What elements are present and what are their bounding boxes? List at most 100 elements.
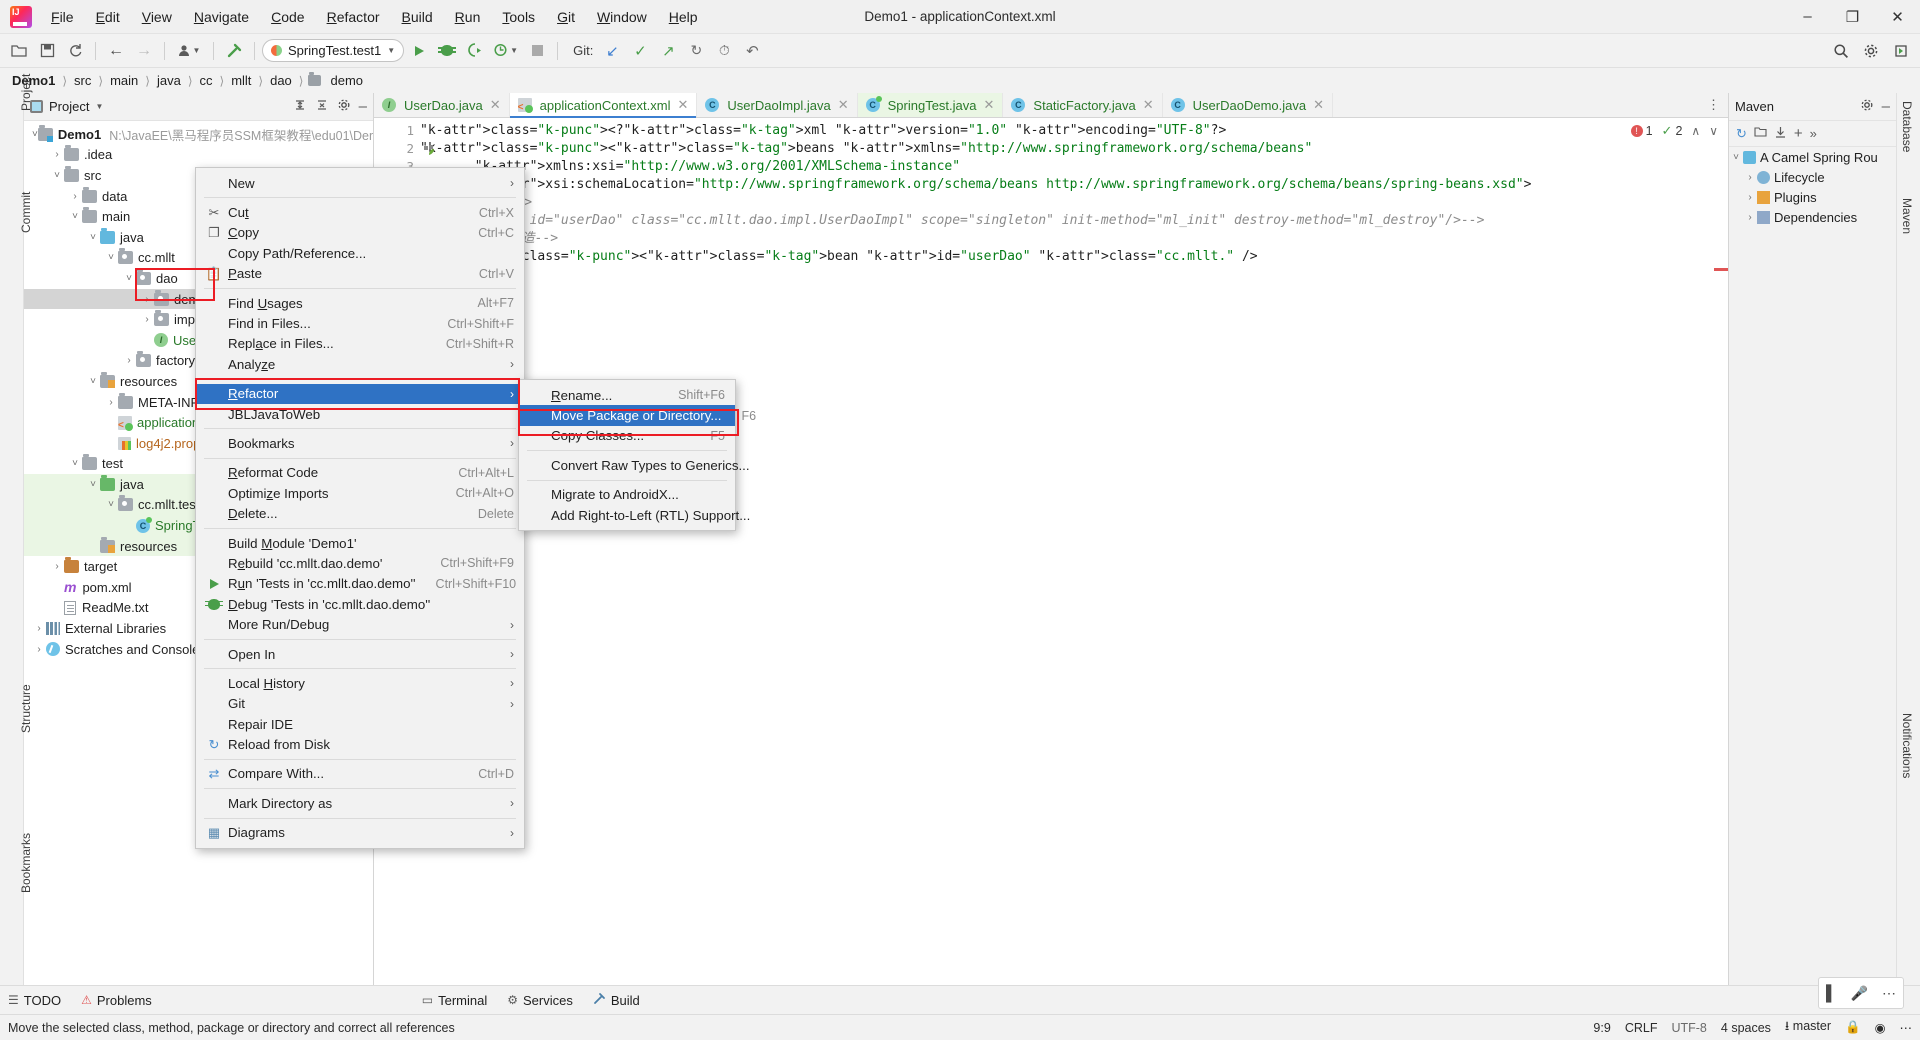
tree-expand-arrow[interactable]: › xyxy=(32,644,46,655)
indent-setting[interactable]: 4 spaces xyxy=(1721,1021,1771,1035)
context-menu-item-copy-path-reference[interactable]: Copy Path/Reference... xyxy=(196,243,524,263)
minimize-button[interactable]: – xyxy=(1785,0,1830,34)
settings-gear-icon[interactable] xyxy=(1858,39,1884,63)
tree-expand-arrow[interactable]: › xyxy=(104,397,118,408)
breadcrumb[interactable]: Demo1 ⟩ src ⟩ main ⟩ java ⟩ cc ⟩ mllt ⟩ … xyxy=(0,68,1920,93)
tree-expand-arrow[interactable]: › xyxy=(140,294,154,305)
context-menu-item-optimize-imports[interactable]: Optimize Imports Ctrl+Alt+O xyxy=(196,483,524,503)
back-arrow-icon[interactable]: ← xyxy=(103,39,129,63)
add-maven-project-icon[interactable] xyxy=(1754,126,1767,141)
collapse-all-icon[interactable] xyxy=(315,98,329,115)
tree-expand-arrow[interactable]: › xyxy=(1743,172,1757,183)
maven-item-plugins[interactable]: › Plugins xyxy=(1729,187,1896,207)
context-menu-item-mark-directory-as[interactable]: Mark Directory as › xyxy=(196,793,524,813)
maven-tree[interactable]: ˅ A Camel Spring Rou › Lifecycle › Plugins › De… xyxy=(1729,147,1896,227)
chevron-down-icon[interactable]: ▼ xyxy=(387,46,395,55)
settings-gear-icon[interactable] xyxy=(337,98,351,115)
debug-icon[interactable] xyxy=(434,39,460,63)
code-editor[interactable]: 1 2 3 "k-attr">class="k-punc"><?"k-attr"… xyxy=(374,118,1728,985)
more-icon[interactable]: ⋯ xyxy=(1882,985,1896,1002)
sync-icon[interactable] xyxy=(62,39,88,63)
history-icon[interactable]: ↻ xyxy=(683,39,709,63)
submenu-item-convert-raw-types-to-generics[interactable]: Convert Raw Types to Generics... xyxy=(519,455,750,475)
line-separator[interactable]: CRLF xyxy=(1625,1021,1658,1035)
bottom-item-problems[interactable]: ⚠ Problems xyxy=(81,993,152,1008)
error-count[interactable]: ! 1 xyxy=(1630,124,1653,138)
toolbar-right-group[interactable] xyxy=(1828,39,1914,63)
chevron-down-icon[interactable]: ▼ xyxy=(95,102,103,111)
refactor-submenu[interactable]: Rename... Shift+F6 Move Package or Directo… xyxy=(518,379,756,532)
code-line[interactable]: <!--工厂构造--> xyxy=(420,230,1728,248)
close-icon[interactable]: ✕ xyxy=(838,97,849,113)
run-configuration-selector[interactable]: SpringTest.test1 ▼ xyxy=(262,39,405,62)
tree-expand-arrow[interactable]: ˅ xyxy=(86,232,100,243)
menu-code[interactable]: Code xyxy=(260,5,315,29)
more-status-icon[interactable]: ⋯ xyxy=(1900,1020,1913,1035)
file-encoding[interactable]: UTF-8 xyxy=(1671,1021,1706,1035)
lock-icon[interactable]: 🔒 xyxy=(1845,1020,1861,1035)
commit-icon[interactable]: ✓ xyxy=(627,39,653,63)
code-line[interactable]: "k-attr">class="k-punc"><?"k-attr">class… xyxy=(420,122,1728,140)
maven-item-dependencies[interactable]: › Dependencies xyxy=(1729,207,1896,227)
context-menu-item-jbljavatoweb[interactable]: JBLJavaToWeb xyxy=(196,404,524,424)
bottom-tool-bar[interactable]: ☰ TODO ⚠ Problems ▭ Terminal ⚙ Services … xyxy=(0,985,1920,1014)
close-button[interactable]: ✕ xyxy=(1875,0,1920,34)
submenu-item-copy-classes[interactable]: Copy Classes... F5 xyxy=(519,426,735,446)
editor-tab-applicationcontext-xml[interactable]: applicationContext.xml ✕ xyxy=(509,93,698,118)
tree-expand-arrow[interactable]: › xyxy=(50,561,64,572)
main-toolbar[interactable]: ← → ▼ SpringTest.test1 ▼ ▼ Git: ↙ ✓ ↗ ↻ … xyxy=(0,34,1920,68)
maven-toolbar[interactable]: ↻ + » xyxy=(1729,121,1896,147)
context-menu-item-find-in-files[interactable]: Find in Files... Ctrl+Shift+F xyxy=(196,313,524,333)
editor-tab-bar[interactable]: I UserDao.java ✕ applicationContext.xml ✕ C Us… xyxy=(374,93,1728,118)
main-menu-bar[interactable]: File Edit View Navigate Code Refactor Bu… xyxy=(40,5,709,29)
breadcrumb-item-0[interactable]: Demo1 xyxy=(10,73,57,88)
caret-position[interactable]: 9:9 xyxy=(1593,1021,1610,1035)
context-menu-item-find-usages[interactable]: Find Usages Alt+F7 xyxy=(196,293,524,313)
bottom-item-services[interactable]: ⚙ Services xyxy=(507,993,573,1008)
profiler-icon[interactable]: ▼ xyxy=(490,39,522,63)
editor-tab-userdao-java[interactable]: I UserDao.java ✕ xyxy=(374,93,510,117)
editor-tab-springtest-java[interactable]: C SpringTest.java ✕ xyxy=(857,93,1004,117)
hide-panel-icon[interactable]: – xyxy=(1882,98,1890,115)
breadcrumb-item-6[interactable]: dao xyxy=(268,73,294,88)
close-icon[interactable]: ✕ xyxy=(677,97,688,113)
code-line[interactable]: <!--<bean id="userDao" class="cc.mllt.da… xyxy=(420,212,1728,230)
run-icon[interactable] xyxy=(406,39,432,63)
menu-edit[interactable]: Edit xyxy=(85,5,131,29)
next-problem-icon[interactable]: ∨ xyxy=(1709,124,1718,138)
rollback-icon[interactable]: ↶ xyxy=(739,39,765,63)
code-line[interactable]: "k-attr">class="k-punc"><"k-attr">class=… xyxy=(420,140,1728,158)
context-menu-item-replace-in-files[interactable]: Replace in Files... Ctrl+Shift+R xyxy=(196,334,524,354)
search-everywhere-icon[interactable] xyxy=(1828,39,1854,63)
context-menu-item-new[interactable]: New › xyxy=(196,173,524,193)
expand-all-icon[interactable] xyxy=(293,98,307,115)
tree-expand-arrow[interactable]: › xyxy=(122,355,136,366)
editor-tab-userdaodemo-java[interactable]: C UserDaoDemo.java ✕ xyxy=(1163,93,1334,117)
maven-root-node[interactable]: ˅ A Camel Spring Rou xyxy=(1729,147,1896,167)
rail-item-project[interactable]: Project xyxy=(19,74,33,111)
context-menu-item-build-module--demo1[interactable]: Build Module 'Demo1' xyxy=(196,533,524,553)
inspection-widget[interactable]: ! 1 ✓ 2 ∧ ∨ xyxy=(1630,123,1718,139)
tree-expand-arrow[interactable]: ˅ xyxy=(104,252,118,263)
context-menu-item-cut[interactable]: ✂ Cut Ctrl+X xyxy=(196,202,524,222)
rail-item-notifications[interactable]: Notifications xyxy=(1900,713,1914,778)
bottom-item-build[interactable]: Build xyxy=(593,992,640,1008)
bottom-item-todo[interactable]: ☰ TODO xyxy=(8,993,61,1008)
settings-gear-icon[interactable] xyxy=(1860,98,1874,115)
context-menu-item-refactor[interactable]: Refactor › xyxy=(196,383,524,404)
menu-run[interactable]: Run xyxy=(444,5,492,29)
context-menu-item-compare-with[interactable]: ⇄ Compare With... Ctrl+D xyxy=(196,764,524,784)
rail-item-maven[interactable]: Maven xyxy=(1900,198,1914,234)
run-with-coverage-icon[interactable] xyxy=(462,39,488,63)
error-stripe-marker[interactable] xyxy=(1714,268,1728,271)
menu-git[interactable]: Git xyxy=(546,5,586,29)
add-icon[interactable]: + xyxy=(1794,125,1803,142)
inspection-icon[interactable]: ◉ xyxy=(1875,1020,1886,1035)
git-branch[interactable]: ⭳ master xyxy=(1785,1017,1831,1038)
code-line[interactable]: "k-attr">class="k-punc"><"k-attr">class=… xyxy=(420,248,1728,266)
context-menu-item-rebuild--cc-mllt-dao-demo[interactable]: Rebuild 'cc.mllt.dao.demo' Ctrl+Shift+F9 xyxy=(196,553,524,573)
tree-expand-arrow[interactable]: ˅ xyxy=(122,273,136,284)
profile-icon[interactable]: ▼ xyxy=(172,39,206,63)
breadcrumb-item-4[interactable]: cc xyxy=(198,73,215,88)
editor-tab-userdaoimpl-java[interactable]: C UserDaoImpl.java ✕ xyxy=(697,93,858,117)
